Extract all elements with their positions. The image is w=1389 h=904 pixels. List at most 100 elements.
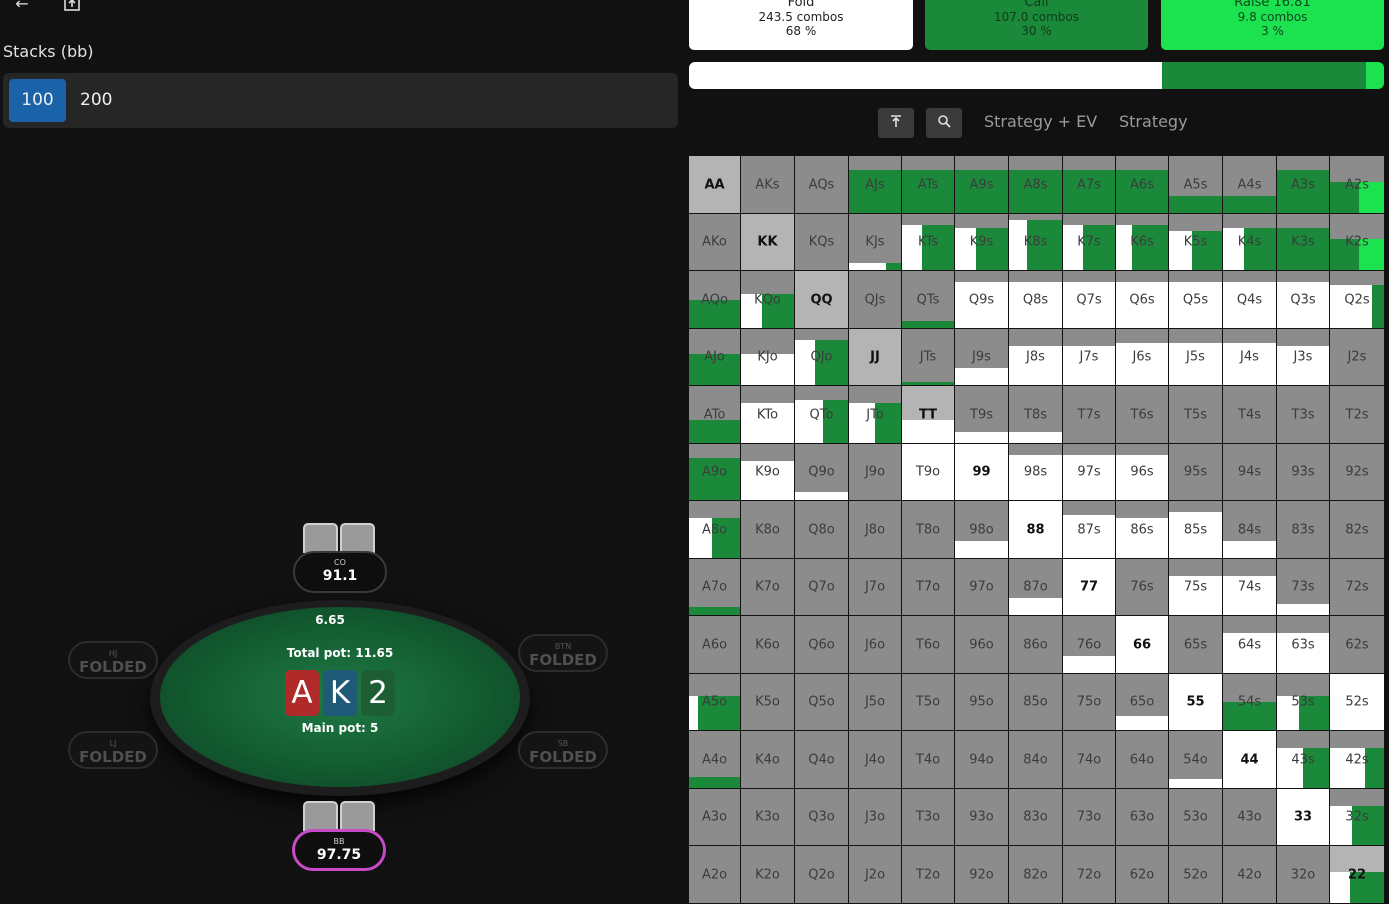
hand-cell-75o[interactable]: 75o <box>1063 674 1115 730</box>
hand-cell-ATo[interactable]: ATo <box>689 386 740 443</box>
hand-cell-32o[interactable]: 32o <box>1277 846 1329 903</box>
hand-cell-A2s[interactable]: A2s <box>1330 156 1384 213</box>
hand-cell-A4o[interactable]: A4o <box>689 731 740 788</box>
hand-cell-96o[interactable]: 96o <box>955 616 1008 673</box>
hand-cell-T5o[interactable]: T5o <box>902 674 954 730</box>
hand-cell-A5o[interactable]: A5o <box>689 674 740 730</box>
hand-cell-97s[interactable]: 97s <box>1063 444 1115 500</box>
hand-cell-94s[interactable]: 94s <box>1223 444 1276 500</box>
zoom-button[interactable] <box>926 108 962 138</box>
hand-cell-A7s[interactable]: A7s <box>1063 156 1115 213</box>
hand-cell-A3o[interactable]: A3o <box>689 789 740 845</box>
hand-cell-K3o[interactable]: K3o <box>741 789 794 845</box>
hand-cell-Q6s[interactable]: Q6s <box>1116 271 1168 328</box>
hand-cell-AA[interactable]: AA <box>689 156 740 213</box>
hand-cell-92s[interactable]: 92s <box>1330 444 1384 500</box>
hand-cell-T4o[interactable]: T4o <box>902 731 954 788</box>
hand-cell-KTo[interactable]: KTo <box>741 386 794 443</box>
hand-cell-J5o[interactable]: J5o <box>849 674 901 730</box>
hand-cell-43o[interactable]: 43o <box>1223 789 1276 845</box>
hand-cell-98o[interactable]: 98o <box>955 501 1008 558</box>
action-raise[interactable]: Raise 16.81 9.8 combos 3 % <box>1161 0 1384 50</box>
hand-cell-74s[interactable]: 74s <box>1223 559 1276 615</box>
hand-cell-96s[interactable]: 96s <box>1116 444 1168 500</box>
hand-cell-KQo[interactable]: KQo <box>741 271 794 328</box>
action-call[interactable]: Call 107.0 combos 30 % <box>925 0 1148 50</box>
hand-cell-J6s[interactable]: J6s <box>1116 329 1168 385</box>
hand-cell-Q7o[interactable]: Q7o <box>795 559 848 615</box>
hand-cell-53o[interactable]: 53o <box>1169 789 1222 845</box>
hand-cell-43s[interactable]: 43s <box>1277 731 1329 788</box>
hand-cell-94o[interactable]: 94o <box>955 731 1008 788</box>
hand-cell-A7o[interactable]: A7o <box>689 559 740 615</box>
hand-cell-A4s[interactable]: A4s <box>1223 156 1276 213</box>
hand-cell-54o[interactable]: 54o <box>1169 731 1222 788</box>
hand-cell-K8s[interactable]: K8s <box>1009 214 1062 270</box>
hand-cell-T8o[interactable]: T8o <box>902 501 954 558</box>
import-icon[interactable] <box>62 0 82 14</box>
hand-cell-K5o[interactable]: K5o <box>741 674 794 730</box>
hand-cell-T3s[interactable]: T3s <box>1277 386 1329 443</box>
seat-co[interactable]: CO 91.1 <box>293 551 387 593</box>
hand-cell-KQs[interactable]: KQs <box>795 214 848 270</box>
seat-sb[interactable]: SB FOLDED <box>518 731 608 769</box>
hand-cell-K4o[interactable]: K4o <box>741 731 794 788</box>
hand-cell-K9s[interactable]: K9s <box>955 214 1008 270</box>
hand-cell-J9s[interactable]: J9s <box>955 329 1008 385</box>
hand-cell-J6o[interactable]: J6o <box>849 616 901 673</box>
hand-cell-54s[interactable]: 54s <box>1223 674 1276 730</box>
hand-cell-K2s[interactable]: K2s <box>1330 214 1384 270</box>
hand-cell-55[interactable]: 55 <box>1169 674 1222 730</box>
hand-cell-J4o[interactable]: J4o <box>849 731 901 788</box>
hand-cell-K4s[interactable]: K4s <box>1223 214 1276 270</box>
hand-cell-76o[interactable]: 76o <box>1063 616 1115 673</box>
hand-cell-AJo[interactable]: AJo <box>689 329 740 385</box>
hand-cell-76s[interactable]: 76s <box>1116 559 1168 615</box>
hand-cell-22[interactable]: 22 <box>1330 846 1384 903</box>
hand-cell-Q3o[interactable]: Q3o <box>795 789 848 845</box>
hand-cell-92o[interactable]: 92o <box>955 846 1008 903</box>
hand-cell-J8o[interactable]: J8o <box>849 501 901 558</box>
hand-cell-64o[interactable]: 64o <box>1116 731 1168 788</box>
hand-cell-J9o[interactable]: J9o <box>849 444 901 500</box>
hand-cell-ATs[interactable]: ATs <box>902 156 954 213</box>
hand-cell-T6s[interactable]: T6s <box>1116 386 1168 443</box>
hand-cell-62s[interactable]: 62s <box>1330 616 1384 673</box>
hand-cell-AQs[interactable]: AQs <box>795 156 848 213</box>
hand-cell-Q9s[interactable]: Q9s <box>955 271 1008 328</box>
hand-cell-J2o[interactable]: J2o <box>849 846 901 903</box>
hand-cell-84s[interactable]: 84s <box>1223 501 1276 558</box>
hand-cell-42s[interactable]: 42s <box>1330 731 1384 788</box>
hand-cell-83o[interactable]: 83o <box>1009 789 1062 845</box>
hand-cell-JJ[interactable]: JJ <box>849 329 901 385</box>
hand-cell-65s[interactable]: 65s <box>1169 616 1222 673</box>
hand-cell-Q4o[interactable]: Q4o <box>795 731 848 788</box>
hand-cell-52s[interactable]: 52s <box>1330 674 1384 730</box>
hand-cell-T6o[interactable]: T6o <box>902 616 954 673</box>
seat-lj[interactable]: LJ FOLDED <box>68 731 158 769</box>
hand-cell-33[interactable]: 33 <box>1277 789 1329 845</box>
hand-cell-JTs[interactable]: JTs <box>902 329 954 385</box>
hand-cell-K9o[interactable]: K9o <box>741 444 794 500</box>
hand-cell-32s[interactable]: 32s <box>1330 789 1384 845</box>
hand-cell-KK[interactable]: KK <box>741 214 794 270</box>
view-strategy-tab[interactable]: Strategy <box>1119 110 1188 134</box>
hand-cell-Q8o[interactable]: Q8o <box>795 501 848 558</box>
hand-cell-53s[interactable]: 53s <box>1277 674 1329 730</box>
hand-cell-73o[interactable]: 73o <box>1063 789 1115 845</box>
hand-cell-Q3s[interactable]: Q3s <box>1277 271 1329 328</box>
hand-cell-A3s[interactable]: A3s <box>1277 156 1329 213</box>
hand-cell-88[interactable]: 88 <box>1009 501 1062 558</box>
hand-cell-Q2s[interactable]: Q2s <box>1330 271 1384 328</box>
hand-cell-72o[interactable]: 72o <box>1063 846 1115 903</box>
hand-cell-K6o[interactable]: K6o <box>741 616 794 673</box>
hand-cell-QJo[interactable]: QJo <box>795 329 848 385</box>
hand-cell-K3s[interactable]: K3s <box>1277 214 1329 270</box>
hand-cell-QJs[interactable]: QJs <box>849 271 901 328</box>
hand-cell-Q5s[interactable]: Q5s <box>1169 271 1222 328</box>
hand-cell-A8s[interactable]: A8s <box>1009 156 1062 213</box>
hand-cell-63o[interactable]: 63o <box>1116 789 1168 845</box>
hand-cell-A9s[interactable]: A9s <box>955 156 1008 213</box>
hand-cell-T5s[interactable]: T5s <box>1169 386 1222 443</box>
hand-cell-T3o[interactable]: T3o <box>902 789 954 845</box>
